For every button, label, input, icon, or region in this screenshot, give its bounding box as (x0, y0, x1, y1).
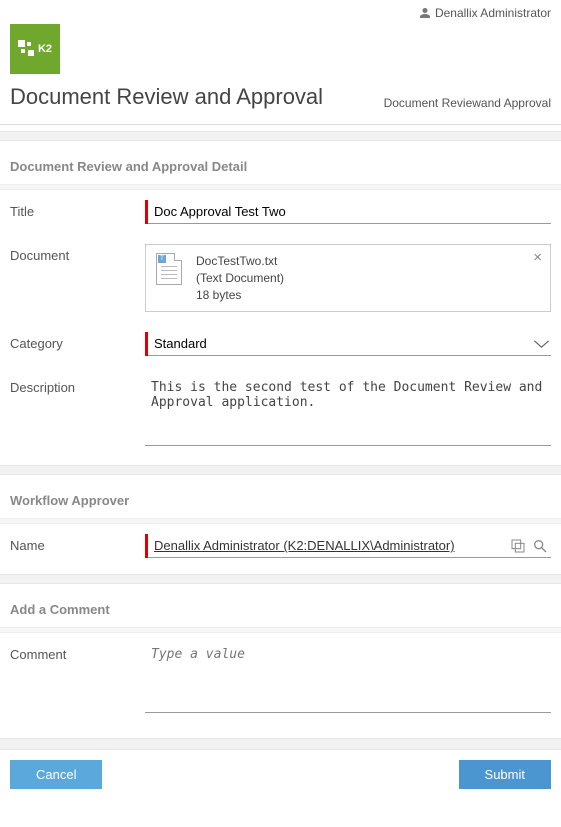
divider-band (0, 131, 561, 141)
breadcrumb: Document Reviewand Approval (384, 96, 551, 110)
comment-textarea[interactable] (145, 643, 551, 713)
submit-button[interactable]: Submit (459, 760, 551, 789)
divider-band (0, 465, 561, 475)
field-document: Document T DocTestTwo.txt (Text Document… (0, 234, 561, 322)
user-area: Denallix Administrator (0, 0, 561, 24)
description-textarea[interactable]: This is the second test of the Document … (145, 376, 551, 446)
name-label: Name (10, 534, 145, 553)
category-select[interactable] (148, 332, 551, 356)
logo-text: K2 (38, 43, 52, 55)
cancel-button[interactable]: Cancel (10, 760, 102, 789)
document-label: Document (10, 244, 145, 263)
user-name: Denallix Administrator (435, 6, 551, 20)
document-attachment[interactable]: T DocTestTwo.txt (Text Document) 18 byte… (145, 244, 551, 312)
field-title: Title (0, 190, 561, 234)
section-header-detail: Document Review and Approval Detail (0, 141, 561, 184)
logo-squares-icon (18, 40, 36, 58)
button-bar: Cancel Submit (0, 750, 561, 799)
description-label: Description (10, 376, 145, 395)
document-filename: DocTestTwo.txt (196, 253, 284, 270)
field-name: Name Denallix Administrator (K2:DENALLIX… (0, 524, 561, 568)
name-picker[interactable]: Denallix Administrator (K2:DENALLIX\Admi… (148, 534, 551, 558)
document-info: DocTestTwo.txt (Text Document) 18 bytes (196, 253, 284, 303)
page-titlebar: Document Review and Approval Document Re… (0, 74, 561, 125)
remove-document-button[interactable]: × (533, 249, 542, 266)
divider-band (0, 574, 561, 584)
section-header-approver: Workflow Approver (0, 475, 561, 518)
chevron-down-icon (532, 337, 551, 351)
title-input[interactable] (148, 200, 551, 224)
document-filesize: 18 bytes (196, 287, 284, 304)
field-description: Description This is the second test of t… (0, 366, 561, 459)
search-icon (532, 538, 548, 554)
resolve-name-button[interactable] (507, 535, 529, 557)
category-label: Category (10, 332, 145, 351)
comment-label: Comment (10, 643, 145, 662)
title-label: Title (10, 200, 145, 219)
page-title: Document Review and Approval (10, 84, 323, 110)
file-icon: T (156, 253, 182, 285)
footer-divider (0, 738, 561, 750)
section-header-comment: Add a Comment (0, 584, 561, 627)
app-logo: K2 (10, 24, 60, 74)
field-comment: Comment (0, 633, 561, 726)
document-filetype: (Text Document) (196, 270, 284, 287)
resolve-icon (510, 538, 526, 554)
category-input[interactable] (148, 332, 532, 355)
user-icon (419, 7, 431, 19)
name-value: Denallix Administrator (K2:DENALLIX\Admi… (148, 534, 507, 557)
field-category: Category (0, 322, 561, 366)
browse-name-button[interactable] (529, 535, 551, 557)
